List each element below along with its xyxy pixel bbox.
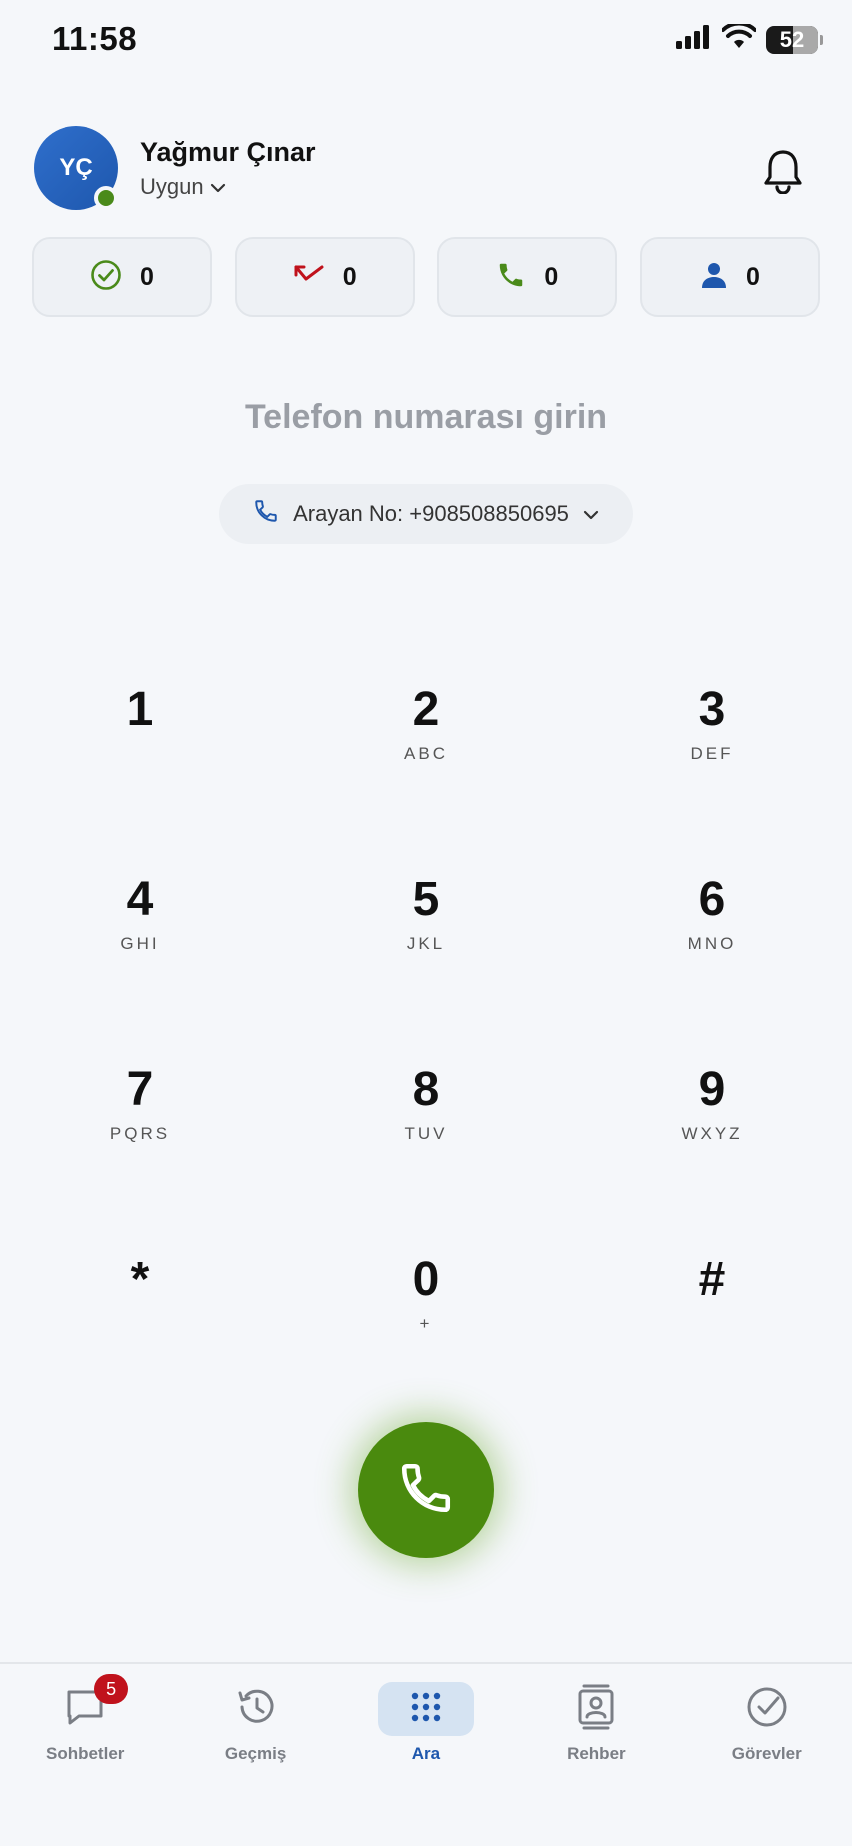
phone-icon: [496, 260, 526, 295]
key-letters: MNO: [687, 934, 737, 953]
dialpad-row: 4 GHI 5 JKL 6 MNO: [40, 850, 812, 1040]
phone-icon: [397, 1459, 455, 1522]
stat-contacts-count: 0: [746, 262, 760, 291]
tab-icon: [548, 1682, 644, 1736]
key-0[interactable]: 0 +: [326, 1230, 526, 1380]
dialer-screen: 11:58 52 YÇ Yağmur Çınar Uygun 0 0 0 0 T…: [0, 0, 852, 1846]
key-letters: ABC: [404, 744, 448, 763]
tab-gecmis[interactable]: Geçmiş: [181, 1682, 331, 1846]
avatar[interactable]: YÇ: [34, 126, 118, 210]
phone-icon: [253, 498, 279, 530]
notifications-button[interactable]: [762, 148, 804, 199]
key-digit: 5: [412, 873, 440, 926]
battery-level: 52: [779, 26, 805, 52]
key-digit: 9: [698, 1063, 726, 1116]
tab-icon: [719, 1682, 815, 1736]
key-letters: PQRS: [109, 1124, 171, 1143]
key-hash[interactable]: #: [612, 1230, 812, 1380]
stat-contacts[interactable]: 0: [639, 237, 820, 317]
tab-label: Rehber: [567, 1744, 626, 1763]
missed-call-icon: [293, 262, 325, 293]
presence-status-label: Uygun: [140, 173, 204, 199]
avatar-initials: YÇ: [59, 154, 93, 181]
key-letters: DEF: [690, 744, 734, 763]
key-digit: 3: [698, 683, 726, 736]
tab-label: Ara: [411, 1744, 441, 1763]
cellular-signal-icon: [676, 25, 712, 54]
key-4[interactable]: 4 GHI: [40, 850, 240, 1000]
dialpad-icon: [410, 1691, 442, 1728]
profile-header[interactable]: YÇ Yağmur Çınar Uygun: [34, 126, 316, 210]
caller-id-label: Arayan No: +908508850695: [293, 501, 569, 526]
tab-sohbetler[interactable]: 5 Sohbetler: [10, 1674, 160, 1846]
key-letters: WXYZ: [681, 1124, 743, 1143]
battery-icon: 52: [766, 25, 823, 54]
key-3[interactable]: 3 DEF: [612, 660, 812, 810]
status-bar: 11:58 52: [0, 0, 852, 80]
stat-answered[interactable]: 0: [437, 237, 618, 317]
contacts-icon: [576, 1684, 616, 1735]
tab-label: Geçmiş: [224, 1744, 287, 1763]
profile-info: Yağmur Çınar Uygun: [140, 137, 316, 200]
key-5[interactable]: 5 JKL: [326, 850, 526, 1000]
history-icon: [234, 1685, 278, 1734]
key-digit: 7: [126, 1063, 154, 1116]
key-digit: #: [698, 1253, 726, 1306]
stat-missed[interactable]: 0: [234, 237, 415, 317]
key-digit: 6: [698, 873, 726, 926]
caller-id-selector[interactable]: Arayan No: +908508850695: [219, 484, 633, 544]
chevron-down-icon: [210, 174, 226, 200]
tab-icon: [208, 1682, 304, 1736]
tab-label: Görevler: [731, 1744, 802, 1763]
key-letters: GHI: [120, 934, 160, 953]
key-digit: *: [130, 1253, 150, 1306]
dialpad-row: 1 2 ABC 3 DEF: [40, 660, 812, 850]
tab-rehber[interactable]: Rehber: [521, 1682, 671, 1846]
key-letters: +: [419, 1314, 433, 1333]
key-letters: TUV: [404, 1124, 448, 1143]
check-circle-icon: [90, 259, 122, 296]
presence-indicator: [94, 186, 118, 210]
dialpad-row: 7 PQRS 8 TUV 9 WXYZ: [40, 1040, 812, 1230]
tasks-icon: [745, 1685, 789, 1734]
key-1[interactable]: 1: [40, 660, 240, 810]
call-button[interactable]: [358, 1422, 494, 1558]
tab-ara[interactable]: Ara: [351, 1682, 501, 1846]
key-6[interactable]: 6 MNO: [612, 850, 812, 1000]
chevron-down-icon: [583, 501, 599, 527]
tab-gorevler[interactable]: Görevler: [692, 1682, 842, 1846]
unread-badge: 5: [94, 1674, 129, 1704]
user-name: Yağmur Çınar: [140, 136, 316, 167]
key-9[interactable]: 9 WXYZ: [612, 1040, 812, 1190]
phone-number-display[interactable]: Telefon numarası girin: [0, 398, 852, 437]
status-icons: 52: [676, 21, 823, 55]
key-8[interactable]: 8 TUV: [326, 1040, 526, 1190]
wifi-icon: [721, 21, 757, 55]
key-digit: 2: [412, 683, 440, 736]
stat-answered-count: 0: [544, 262, 559, 291]
dialpad-row: * 0 + #: [40, 1230, 812, 1420]
person-icon: [700, 261, 728, 294]
dialpad: 1 2 ABC 3 DEF 4 GHI 5 JKL 6 MNO 7 PQRS 8…: [40, 660, 812, 1420]
bell-icon: [762, 150, 804, 198]
key-star[interactable]: *: [40, 1230, 240, 1380]
tab-label: Sohbetler: [45, 1744, 125, 1763]
bottom-tab-bar: 5 Sohbetler Geçmiş Ara Rehber Görevler: [0, 1662, 852, 1846]
key-digit: 4: [126, 873, 154, 926]
key-2[interactable]: 2 ABC: [326, 660, 526, 810]
stat-missed-count: 0: [342, 262, 357, 291]
presence-status-dropdown[interactable]: Uygun: [140, 174, 316, 200]
stat-completed-count: 0: [140, 262, 154, 291]
key-digit: 1: [126, 683, 154, 736]
key-letters: JKL: [406, 934, 446, 953]
stat-completed[interactable]: 0: [32, 237, 212, 317]
key-digit: 0: [412, 1253, 440, 1306]
key-digit: 8: [412, 1063, 440, 1116]
key-7[interactable]: 7 PQRS: [40, 1040, 240, 1190]
status-time: 11:58: [52, 20, 138, 57]
tab-icon: [377, 1682, 474, 1736]
call-stats: 0 0 0 0: [32, 237, 820, 317]
